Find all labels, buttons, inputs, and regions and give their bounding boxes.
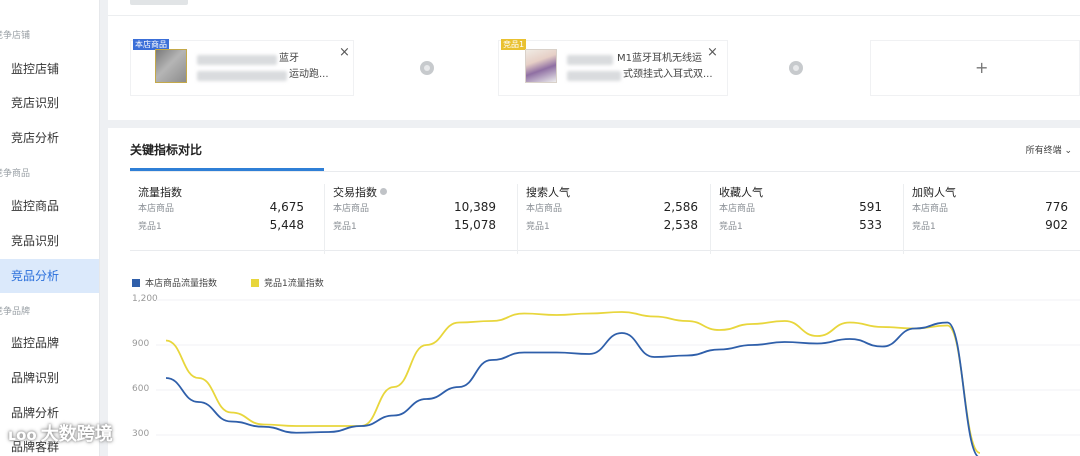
compare-product-card[interactable]: 竞品1 M1蓝牙耳机无线运 式颈挂式入耳式双... × bbox=[498, 39, 728, 96]
key-metrics-panel: 关键指标对比 所有终端 ⌄ 流量指数 本店商品 4,675 竞品1 5,448 … bbox=[108, 128, 1080, 456]
panel-header-fragment bbox=[130, 0, 188, 5]
blurred-text bbox=[197, 71, 287, 81]
plus-icon: + bbox=[975, 58, 989, 77]
product-thumbnail bbox=[155, 49, 187, 83]
product-thumbnail bbox=[525, 49, 557, 83]
close-icon[interactable]: × bbox=[707, 46, 718, 59]
sidebar-item-competitor-store-analysis[interactable]: 竞店分析 bbox=[0, 121, 99, 155]
blurred-text bbox=[567, 55, 613, 65]
sidebar-item-competitor-store-identify[interactable]: 竞店识别 bbox=[0, 86, 99, 120]
sidebar-item-monitor-store[interactable]: 监控店铺 bbox=[0, 52, 99, 86]
product-title-line1: 蓝牙 bbox=[279, 53, 299, 64]
sidebar-item-monitor-product[interactable]: 监控商品 bbox=[0, 189, 99, 223]
empty-slot-icon[interactable] bbox=[420, 61, 434, 75]
blurred-text bbox=[197, 55, 277, 65]
product-title-line1: M1蓝牙耳机无线运 bbox=[617, 53, 702, 64]
series-line-own bbox=[165, 321, 980, 456]
watermark-text: 大数跨境 bbox=[40, 424, 113, 445]
product-title-line2: 式颈挂式入耳式双... bbox=[623, 69, 713, 80]
sidebar: 竞争店铺 监控店铺 竞店识别 竞店分析 竞争商品 监控商品 竞品识别 竞品分析 … bbox=[0, 0, 100, 456]
watermark: ʟoo 大数跨境 bbox=[8, 420, 113, 446]
sidebar-section-title: 竞争品牌 bbox=[0, 307, 31, 317]
add-product-slot[interactable]: + bbox=[870, 40, 1080, 96]
sidebar-item-competitor-product-analysis[interactable]: 竞品分析 bbox=[0, 259, 99, 293]
sidebar-item-monitor-brand[interactable]: 监控品牌 bbox=[0, 326, 99, 360]
traffic-line-chart bbox=[156, 299, 1080, 456]
divider bbox=[108, 15, 1080, 16]
competitor-badge: 竞品1 bbox=[501, 39, 527, 50]
empty-slot-icon[interactable] bbox=[789, 61, 803, 75]
sidebar-item-competitor-product-identify[interactable]: 竞品识别 bbox=[0, 224, 99, 258]
compare-panel: 本店商品 蓝牙 运动跑... × 竞品1 M1蓝牙耳机无线运 式颈挂式入耳式双.… bbox=[108, 0, 1080, 120]
compare-product-card[interactable]: 本店商品 蓝牙 运动跑... × bbox=[130, 39, 354, 96]
sidebar-section-title: 竞争店铺 bbox=[0, 31, 31, 41]
close-icon[interactable]: × bbox=[339, 46, 350, 59]
product-title-line2: 运动跑... bbox=[289, 69, 329, 80]
watermark-logo: ʟoo bbox=[8, 426, 37, 444]
blurred-text bbox=[567, 71, 621, 81]
sidebar-section-title: 竞争商品 bbox=[0, 169, 31, 179]
sidebar-item-brand-identify[interactable]: 品牌识别 bbox=[0, 361, 99, 395]
